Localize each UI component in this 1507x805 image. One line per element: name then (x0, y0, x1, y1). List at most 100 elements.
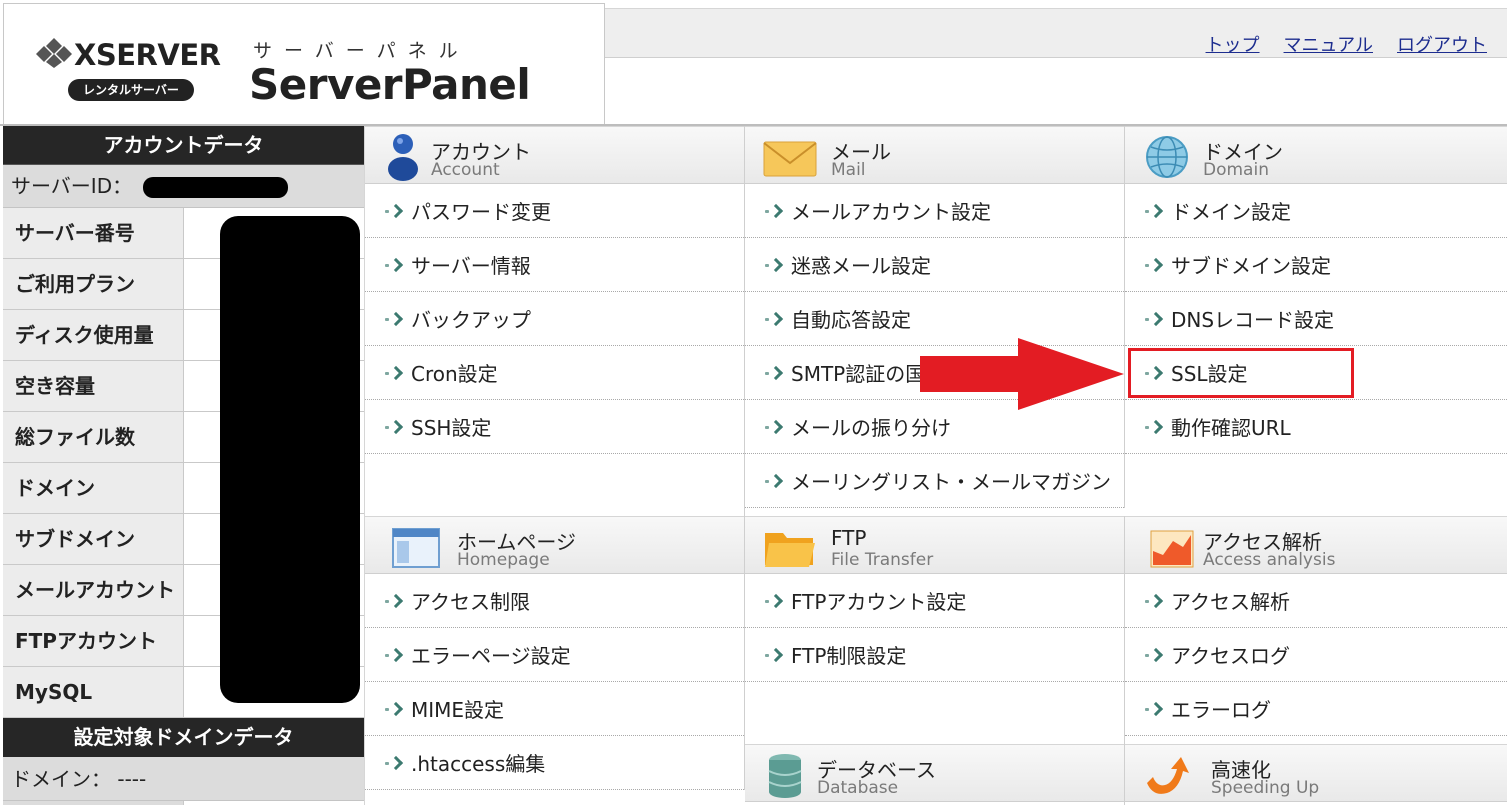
arrow-icon (765, 204, 783, 218)
menu-item-label: パスワード変更 (411, 200, 551, 224)
menu-item-cron[interactable]: Cron設定 (365, 346, 744, 400)
section-header-domain: ドメイン Domain (1125, 126, 1507, 184)
logout-link[interactable]: ログアウト (1397, 31, 1487, 57)
arrow-icon (1145, 312, 1163, 326)
arrow-icon (765, 258, 783, 272)
section-header-homepage: ホームページ Homepage (365, 516, 744, 574)
section-ftp: FTP File Transfer FTPアカウント設定 FTP制限設定 (745, 516, 1125, 768)
section-subtitle: Homepage (457, 550, 550, 570)
account-row-label: ご利用プラン (3, 259, 184, 309)
section-subtitle: Mail (831, 160, 866, 180)
menu-item-ftp-account[interactable]: FTPアカウント設定 (745, 574, 1124, 628)
menu-item-spam[interactable]: 迷惑メール設定 (745, 238, 1124, 292)
menu-item-access-restrict[interactable]: アクセス制限 (365, 574, 744, 628)
account-row-label: サーバー番号 (3, 208, 184, 258)
server-panel-title: ServerPanel (249, 60, 531, 109)
menu-item-label: 動作確認URL (1171, 416, 1291, 440)
section-header-account: アカウント Account (365, 126, 744, 184)
logo-area: XSERVER レンタルサーバー サーバーパネル ServerPanel (3, 3, 605, 124)
menu-item-empty (1125, 454, 1507, 517)
xserver-logo-text: XSERVER (74, 38, 221, 72)
speed-arrow-icon (1147, 757, 1189, 794)
top-link[interactable]: トップ (1206, 31, 1260, 57)
section-header-mail: メール Mail (745, 126, 1124, 184)
arrow-icon (385, 702, 403, 716)
arrow-icon (385, 204, 403, 218)
arrow-icon (765, 366, 783, 380)
menu-item-ftp-restrict[interactable]: FTP制限設定 (745, 628, 1124, 682)
menu-item-mime[interactable]: MIME設定 (365, 682, 744, 736)
menu-item-check-url[interactable]: 動作確認URL (1125, 400, 1507, 454)
menu-item-label: サブドメイン設定 (1171, 254, 1331, 278)
menu-item-label: メールアカウント設定 (791, 200, 991, 224)
arrow-icon (765, 420, 783, 434)
section-subtitle: Domain (1203, 160, 1269, 180)
ssl-highlight-box (1128, 348, 1354, 398)
menu-item-access-analysis[interactable]: アクセス解析 (1125, 574, 1507, 628)
menu-item-domain-settings[interactable]: ドメイン設定 (1125, 184, 1507, 238)
redacted-account-values (220, 216, 360, 703)
menu-item-label: アクセス解析 (1171, 590, 1290, 614)
section-header-database: データベース Database (745, 744, 1124, 802)
section-header-access: アクセス解析 Access analysis (1125, 516, 1507, 574)
database-cylinder-icon (768, 754, 802, 798)
menu-item-dns-record[interactable]: DNSレコード設定 (1125, 292, 1507, 346)
arrow-icon (1145, 648, 1163, 662)
section-header-ftp: FTP File Transfer (745, 516, 1124, 574)
account-row-label: 総ファイル数 (3, 412, 184, 462)
arrow-icon (385, 594, 403, 608)
account-row-label: MySQL (3, 667, 184, 717)
menu-item-label: SSH設定 (411, 416, 492, 440)
menu-item-mail-account[interactable]: メールアカウント設定 (745, 184, 1124, 238)
menu-item-label: 迷惑メール設定 (791, 254, 931, 278)
redacted-server-id (143, 177, 288, 198)
domain-extra-label (3, 801, 184, 805)
menu-item-subdomain[interactable]: サブドメイン設定 (1125, 238, 1507, 292)
menu-item-label: メールの振り分け (791, 416, 951, 440)
arrow-icon (1145, 258, 1163, 272)
section-access-analysis: アクセス解析 Access analysis アクセス解析 アクセスログ エラー… (1125, 516, 1507, 736)
xserver-logo-icon (36, 38, 72, 68)
menu-item-htaccess[interactable]: .htaccess編集 (365, 736, 744, 790)
access-chart-icon (1150, 530, 1194, 568)
ftp-folder-icon (765, 533, 815, 567)
arrow-icon (385, 756, 403, 770)
section-account: アカウント Account パスワード変更 サーバー情報 バックアップ Cron… (365, 126, 745, 517)
menu-item-error-page[interactable]: エラーページ設定 (365, 628, 744, 682)
account-row-label: ドメイン (3, 463, 184, 513)
account-row-label: FTPアカウント (3, 616, 184, 666)
account-data-title: アカウントデータ (3, 126, 364, 165)
arrow-icon (1145, 420, 1163, 434)
menu-item-label: アクセスログ (1171, 644, 1290, 668)
arrow-icon (385, 420, 403, 434)
arrow-icon (385, 648, 403, 662)
menu-item-empty (365, 454, 744, 517)
section-title: FTP (831, 526, 867, 550)
menu-item-label: FTP制限設定 (791, 644, 907, 668)
rental-server-badge: レンタルサーバー (68, 79, 194, 101)
section-homepage: ホームページ Homepage アクセス制限 エラーページ設定 MIME設定 .… (365, 516, 745, 790)
menu-item-ssh[interactable]: SSH設定 (365, 400, 744, 454)
menu-item-backup[interactable]: バックアップ (365, 292, 744, 346)
section-domain: ドメイン Domain ドメイン設定 サブドメイン設定 DNSレコード設定 SS… (1125, 126, 1507, 517)
arrow-icon (1145, 702, 1163, 716)
menu-item-password[interactable]: パスワード変更 (365, 184, 744, 238)
section-header-speed: 高速化 Speeding Up (1125, 744, 1507, 802)
domain-data-title: 設定対象ドメインデータ (3, 718, 364, 757)
menu-item-mailing-list[interactable]: メーリングリスト・メールマガジン (745, 454, 1124, 508)
section-subtitle: Database (817, 778, 899, 798)
header: XSERVER レンタルサーバー サーバーパネル ServerPanel トップ… (0, 0, 1507, 126)
menu-item-label: Cron設定 (411, 362, 498, 386)
arrow-icon (385, 258, 403, 272)
manual-link[interactable]: マニュアル (1284, 31, 1373, 57)
menu-item-label: DNSレコード設定 (1171, 308, 1335, 332)
homepage-window-icon (392, 528, 440, 568)
arrow-icon (765, 312, 783, 326)
top-links: トップ マニュアル ログアウト (1206, 31, 1487, 57)
menu-item-access-log[interactable]: アクセスログ (1125, 628, 1507, 682)
menu-item-error-log[interactable]: エラーログ (1125, 682, 1507, 736)
menu-item-server-info[interactable]: サーバー情報 (365, 238, 744, 292)
account-person-icon (388, 134, 418, 181)
menu-item-label: .htaccess編集 (411, 752, 546, 776)
account-row-label: サブドメイン (3, 514, 184, 564)
